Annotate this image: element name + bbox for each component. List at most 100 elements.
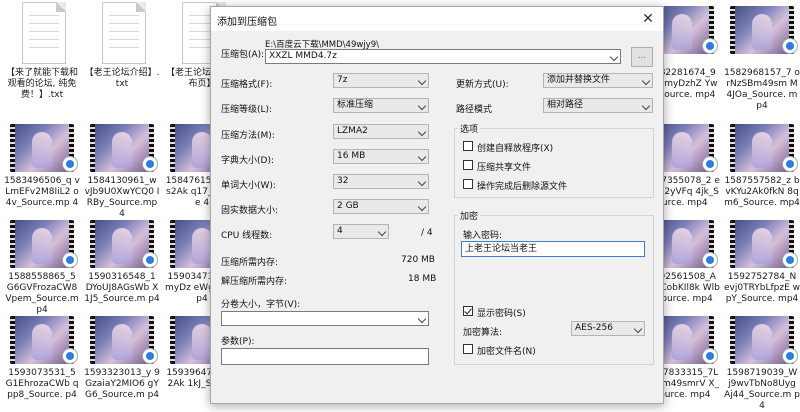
sync-status-icon bbox=[702, 38, 718, 54]
show-password-checkbox[interactable] bbox=[463, 306, 473, 316]
encryption-group-title: 加密 bbox=[458, 209, 481, 222]
chevron-down-icon bbox=[417, 202, 427, 212]
encrypt-names-checkbox[interactable] bbox=[463, 344, 473, 354]
file-name: 1593073531_5 G1EhrozaCWb qpp8_Source. p4 bbox=[5, 368, 79, 400]
level-label: 压缩等级(L): bbox=[221, 105, 273, 115]
thumbnail-figure bbox=[112, 132, 132, 168]
chevron-down-icon bbox=[641, 101, 651, 111]
thumbnail-figure bbox=[672, 14, 692, 50]
shared-checkbox[interactable] bbox=[463, 160, 473, 170]
encrypt-names-label: 加密文件名(N) bbox=[477, 347, 536, 357]
dialog-title: 添加到压缩包 bbox=[217, 17, 277, 28]
dialog-titlebar[interactable]: 添加到压缩包 ✕ bbox=[211, 7, 663, 31]
shared-label: 压缩共享文件 bbox=[477, 163, 532, 173]
doc-line bbox=[29, 23, 59, 24]
doc-line bbox=[109, 31, 139, 32]
file-name: 1583496506_q vLmEFv2M8IiL2 o4v_Source.mp… bbox=[4, 176, 80, 208]
level-select[interactable]: 标准压缩 bbox=[333, 98, 429, 113]
chevron-down-icon bbox=[377, 227, 387, 237]
password-input[interactable]: 上老王论坛当老王 bbox=[461, 241, 645, 257]
threads-select[interactable]: 4 bbox=[333, 224, 389, 239]
text-file-item[interactable]: 【老王论坛介绍】.txt bbox=[84, 0, 160, 110]
browse-button[interactable]: ... bbox=[631, 47, 653, 67]
doc-line bbox=[109, 15, 139, 16]
doc-line bbox=[109, 23, 139, 24]
method-label: 压缩方法(M): bbox=[221, 131, 275, 141]
video-file-item[interactable]: 1598719039_W j9wvTbNo8Uyg Aj44_Source.m … bbox=[724, 310, 800, 411]
chevron-down-icon bbox=[609, 52, 619, 62]
delete-after-label: 操作完成后删除源文件 bbox=[477, 182, 568, 192]
close-icon[interactable]: ✕ bbox=[633, 7, 663, 31]
solid-select[interactable]: 2 GB bbox=[333, 199, 429, 214]
method-value: LZMA2 bbox=[337, 126, 368, 136]
method-select[interactable]: LZMA2 bbox=[333, 124, 429, 139]
delete-after-checkbox[interactable] bbox=[463, 179, 473, 189]
doc-line bbox=[109, 39, 139, 40]
video-file-item[interactable]: 1593073531_5 G1EhrozaCWb qpp8_Source. p4 bbox=[4, 310, 80, 402]
video-file-item[interactable]: 1587557582_z bvKYu2Ak0fkN 8qm6_Source. m… bbox=[724, 118, 800, 210]
video-file-item[interactable]: 1592752784_N evj0TRYbLfpzE wpY_Source. m… bbox=[724, 214, 800, 306]
chevron-down-icon bbox=[633, 324, 643, 334]
thumbnail-figure bbox=[112, 324, 132, 360]
sfx-checkbox[interactable] bbox=[463, 141, 473, 151]
format-select[interactable]: 7z bbox=[333, 73, 429, 88]
video-file-item[interactable]: 1584130961_w vJb9U0XwYCQ0 IRBy_Source.mp… bbox=[84, 118, 160, 219]
archive-name-combo[interactable]: XXZL MMD4.7z bbox=[265, 49, 621, 64]
sync-status-icon bbox=[782, 156, 798, 172]
thumbnail-figure bbox=[112, 228, 132, 264]
doc-line bbox=[29, 15, 59, 16]
mem-comp-value: 720 MB bbox=[401, 255, 435, 265]
video-file-item[interactable]: 1590316548_1 DYoUJ8AGsWb X1J5_Source.m p… bbox=[84, 214, 160, 306]
threads-label: CPU 线程数: bbox=[221, 231, 273, 241]
sync-status-icon bbox=[62, 156, 78, 172]
update-mode-value: 添加并替换文件 bbox=[547, 75, 611, 85]
mem-decomp-value: 18 MB bbox=[408, 274, 437, 284]
thumbnail-figure bbox=[672, 228, 692, 264]
dict-label: 字典大小(D): bbox=[221, 156, 274, 166]
word-value: 32 bbox=[337, 176, 349, 186]
show-password-label: 显示密码(S) bbox=[477, 309, 526, 319]
video-file-item[interactable]: 1583496506_q vLmEFv2M8IiL2 o4v_Source.mp… bbox=[4, 118, 80, 210]
sync-status-icon bbox=[62, 348, 78, 364]
params-label: 参数(P): bbox=[221, 337, 255, 347]
chevron-down-icon bbox=[417, 152, 427, 162]
text-file-item[interactable]: 【来了就能下载和观看的论坛, 纯免费！】.txt bbox=[4, 0, 80, 110]
doc-line bbox=[29, 31, 59, 32]
enc-method-select[interactable]: AES-256 bbox=[571, 321, 645, 336]
split-size-combo[interactable] bbox=[221, 311, 429, 326]
sync-status-icon bbox=[702, 348, 718, 364]
dict-value: 16 MB bbox=[337, 151, 366, 161]
update-mode-select[interactable]: 添加并替换文件 bbox=[543, 73, 653, 88]
dict-select[interactable]: 16 MB bbox=[333, 149, 429, 164]
file-name: 1582968157_7 orNzSBm49sm M4JOa_Source. m… bbox=[724, 68, 800, 111]
threads-total: / 4 bbox=[421, 228, 433, 238]
word-label: 单词大小(W): bbox=[221, 181, 276, 191]
sync-status-icon bbox=[142, 252, 158, 268]
format-value: 7z bbox=[337, 75, 348, 85]
word-select[interactable]: 32 bbox=[333, 174, 429, 189]
sync-status-icon bbox=[782, 348, 798, 364]
thumbnail-figure bbox=[672, 132, 692, 168]
sync-status-icon bbox=[702, 156, 718, 172]
sync-status-icon bbox=[782, 252, 798, 268]
text-file-icon bbox=[22, 2, 66, 64]
params-input[interactable] bbox=[221, 348, 429, 365]
solid-value: 2 GB bbox=[337, 201, 359, 211]
path-mode-select[interactable]: 相对路径 bbox=[543, 98, 653, 113]
file-name: 【老王论坛介绍】.txt bbox=[84, 68, 160, 89]
format-label: 压缩格式(F): bbox=[221, 80, 273, 90]
video-file-item[interactable]: 1593323013_y 9GzaiaY2MIO6 gYG6_Source.m … bbox=[84, 310, 160, 402]
sync-status-icon bbox=[782, 38, 798, 54]
thumbnail-figure bbox=[192, 228, 212, 264]
thumbnail-figure bbox=[752, 324, 772, 360]
video-file-item[interactable]: 1588558865_5 G6GVFrozaCW8 Vpem_Source.m … bbox=[4, 214, 80, 315]
chevron-down-icon bbox=[417, 127, 427, 137]
video-file-item[interactable]: 1582968157_7 orNzSBm49sm M4JOa_Source. m… bbox=[724, 0, 800, 111]
archive-label: 压缩包(A): bbox=[221, 50, 265, 60]
sync-status-icon bbox=[142, 156, 158, 172]
mem-decomp-label: 解压缩所需内存: bbox=[221, 277, 288, 287]
enc-method-value: AES-256 bbox=[575, 323, 613, 333]
split-label: 分卷大小，字节(V): bbox=[221, 300, 301, 310]
file-name: 1592752784_N evj0TRYbLfpzE wpY_Source. m… bbox=[724, 272, 800, 304]
path-mode-label: 路径模式 bbox=[456, 105, 493, 115]
